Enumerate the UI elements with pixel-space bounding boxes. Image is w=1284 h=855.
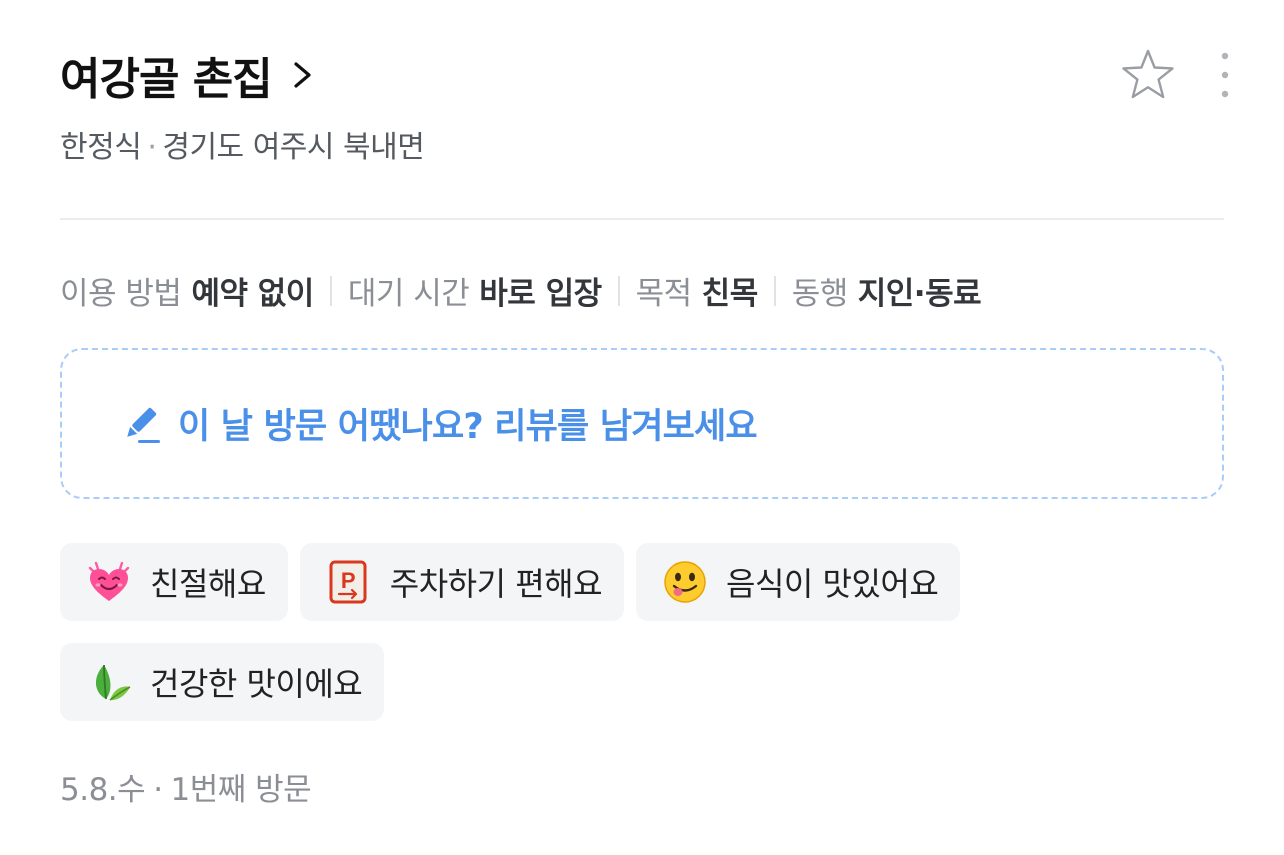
header-actions <box>1120 48 1230 106</box>
visit-date: 5.8.수 <box>60 772 146 808</box>
visit-count: 1번째 방문 <box>170 772 312 808</box>
meta-usage: 이용 방법 예약 없이 <box>60 268 314 313</box>
place-header: 여강골 촌집 한정식 · 경기도 여주시 북내면 <box>60 40 1230 170</box>
title-row: 여강골 촌집 <box>60 40 1230 110</box>
more-button[interactable] <box>1220 51 1230 103</box>
tag-chip-tasty: 음식이 맛있어요 <box>636 543 961 621</box>
tag-label: 건강한 맛이에요 <box>150 665 363 703</box>
place-location: 경기도 여주시 북내면 <box>162 130 425 165</box>
visit-meta-row: 이용 방법 예약 없이 대기 시간 바로 입장 목적 친목 동행 지인·동료 <box>60 268 982 313</box>
place-title[interactable]: 여강골 촌집 <box>60 43 273 107</box>
visit-info: 5.8.수 · 1번째 방문 <box>60 764 312 809</box>
favorite-button[interactable] <box>1120 48 1176 106</box>
chevron-right-icon[interactable] <box>290 60 316 90</box>
tag-chip-healthy: 건강한 맛이에요 <box>60 643 385 721</box>
meta-purpose: 목적 친목 <box>635 268 759 313</box>
review-tags: 친절해요 P 주차하기 편해요 음식이 맛있어요 건강한 맛이에요 <box>60 543 1230 743</box>
star-icon <box>1122 49 1174 99</box>
tag-row: 건강한 맛이에요 <box>60 643 1230 721</box>
visit-separator: · <box>153 772 163 808</box>
meta-wait-key: 대기 시간 <box>347 276 470 312</box>
parking-sign-icon: P <box>329 560 367 604</box>
meta-wait-value: 바로 입장 <box>479 276 602 312</box>
meta-usage-key: 이용 방법 <box>60 276 182 312</box>
write-review-button[interactable]: 이 날 방문 어땠나요? 리뷰를 남겨보세요 <box>60 348 1224 499</box>
tag-label: 친절해요 <box>150 565 266 603</box>
divider <box>60 218 1224 220</box>
tag-chip-parking: P 주차하기 편해요 <box>299 543 625 621</box>
place-subtitle: 한정식 · 경기도 여주시 북내면 <box>60 122 1230 166</box>
tag-row: 친절해요 P 주차하기 편해요 음식이 맛있어요 <box>60 543 1230 621</box>
yum-face-icon <box>664 561 706 603</box>
write-review-content: 이 날 방문 어땠나요? 리뷰를 남겨보세요 <box>120 398 758 449</box>
meta-usage-value: 예약 없이 <box>191 276 314 312</box>
tag-label: 주차하기 편해요 <box>389 565 603 603</box>
place-category: 한정식 <box>60 130 142 165</box>
leaf-icon <box>95 664 131 701</box>
subtitle-separator: · <box>147 130 157 165</box>
meta-companion: 동행 지인·동료 <box>791 268 982 313</box>
meta-purpose-key: 목적 <box>635 276 693 312</box>
tag-label: 음식이 맛있어요 <box>726 565 939 603</box>
tag-chip-kind: 친절해요 <box>60 543 288 621</box>
meta-companion-key: 동행 <box>791 276 849 312</box>
meta-companion-value: 지인·동료 <box>857 276 982 312</box>
meta-separator <box>617 275 620 306</box>
meta-separator <box>773 275 776 306</box>
meta-purpose-value: 친목 <box>701 276 759 312</box>
write-review-label: 이 날 방문 어땠나요? 리뷰를 남겨보세요 <box>178 407 758 447</box>
meta-wait: 대기 시간 바로 입장 <box>348 268 602 313</box>
meta-separator <box>329 275 332 306</box>
svg-text:P: P <box>341 568 355 593</box>
pencil-icon <box>127 407 160 443</box>
more-vertical-icon <box>1221 52 1229 98</box>
smiling-heart-icon <box>88 561 130 601</box>
